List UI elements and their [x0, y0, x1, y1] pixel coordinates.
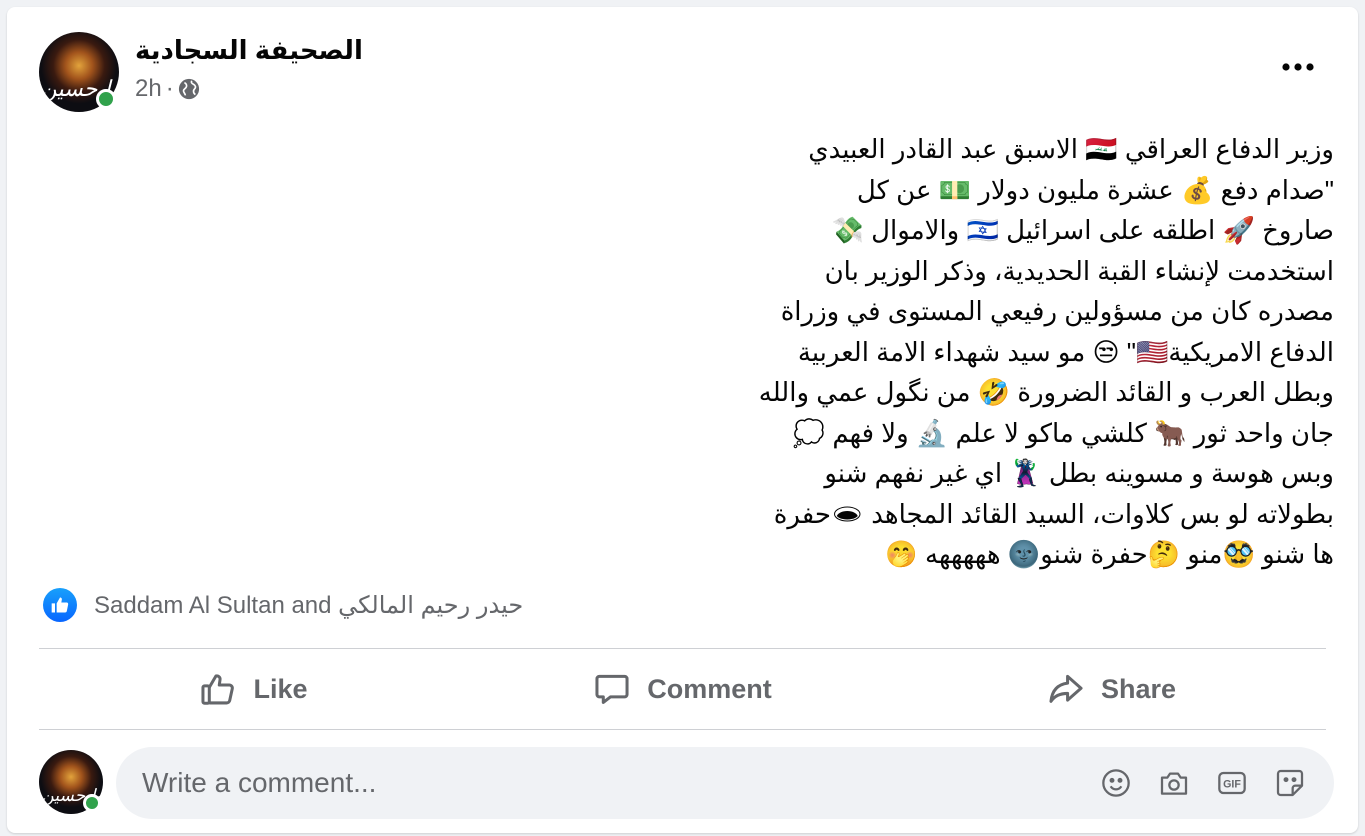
- public-globe-icon[interactable]: [178, 78, 200, 100]
- comment-input[interactable]: [140, 766, 1100, 800]
- gif-icon[interactable]: GIF: [1216, 767, 1248, 799]
- sticker-icon[interactable]: [1274, 767, 1306, 799]
- reactions-summary[interactable]: Saddam Al Sultan and حيدر رحيم المالكي: [43, 587, 523, 623]
- post-text-line: "صدام دفع 💰 عشرة مليون دولار 💵 عن كل: [856, 174, 1334, 205]
- post-text-line: وبطل العرب و القائد الضرورة 🤣 من نگول عم…: [758, 377, 1334, 407]
- post-text-line: صاروخ 🚀 اطلقه على اسرائيل 🇮🇱 والاموال 💸: [831, 215, 1334, 245]
- composer-toolbar: GIF: [1100, 767, 1334, 799]
- divider: [39, 648, 1326, 649]
- share-arrow-icon: [1047, 670, 1085, 708]
- post-actions-bar: Like Comment Share: [39, 657, 1326, 721]
- svg-text:GIF: GIF: [1223, 779, 1241, 791]
- reactors-names[interactable]: Saddam Al Sultan and حيدر رحيم المالكي: [94, 591, 523, 620]
- post-text-line: الدفاع الامريكية🇺🇸" 😒 مو سيد شهداء الامة…: [797, 336, 1334, 367]
- divider: [39, 729, 1326, 730]
- comment-label: Comment: [647, 673, 772, 704]
- online-status-indicator: [96, 89, 116, 109]
- post-text-line: ها شنو 🥸منو 🤔حفرة شنو🌚 هههههه 🤭: [885, 539, 1334, 569]
- post-text-line: بطولاته لو بس كلاوات، السيد القائد المجا…: [773, 498, 1334, 529]
- post-timestamp[interactable]: 2h: [135, 75, 162, 103]
- share-button[interactable]: Share: [897, 657, 1326, 721]
- meta-separator: ·: [165, 75, 174, 102]
- post-text-line: وزير الدفاع العراقي 🇮🇶 الاسبق عبد القادر…: [808, 134, 1334, 164]
- thumbs-up-icon: [199, 670, 237, 708]
- online-status-indicator: [83, 794, 101, 812]
- post-text-line: مصدره كان من مسؤولين رفيعي المستوى في وز…: [780, 296, 1334, 326]
- share-label: Share: [1100, 673, 1177, 704]
- comment-bubble-icon: [593, 670, 631, 708]
- like-label: Like: [253, 673, 308, 704]
- post-meta: 2h ·: [135, 75, 200, 103]
- post-text-line: جان واحد ثور 🐂 كلشي ماكو لا علم 🔬 ولا فه…: [792, 417, 1334, 448]
- post-body-text: وزير الدفاع العراقي 🇮🇶 الاسبق عبد القادر…: [694, 129, 1334, 575]
- post-card: يا حسين الصحيفة السجادية 2h · وزير الدفا…: [7, 7, 1358, 833]
- like-button[interactable]: Like: [39, 657, 468, 721]
- like-reaction-icon: [43, 588, 77, 622]
- camera-icon[interactable]: [1158, 767, 1190, 799]
- comment-composer: GIF: [116, 747, 1334, 819]
- emoji-icon[interactable]: [1100, 767, 1132, 799]
- post-text-line: وبس هوسة و مسوينه بطل 🦹 اي غير نفهم شنو: [824, 458, 1334, 488]
- post-text-line: استخدمت لإنشاء القبة الحديدية، وذكر الوز…: [824, 255, 1334, 286]
- page-name-link[interactable]: الصحيفة السجادية: [135, 35, 363, 66]
- more-options-button[interactable]: [1278, 49, 1318, 85]
- more-dots-icon: [1282, 63, 1314, 71]
- comment-button[interactable]: Comment: [468, 657, 897, 721]
